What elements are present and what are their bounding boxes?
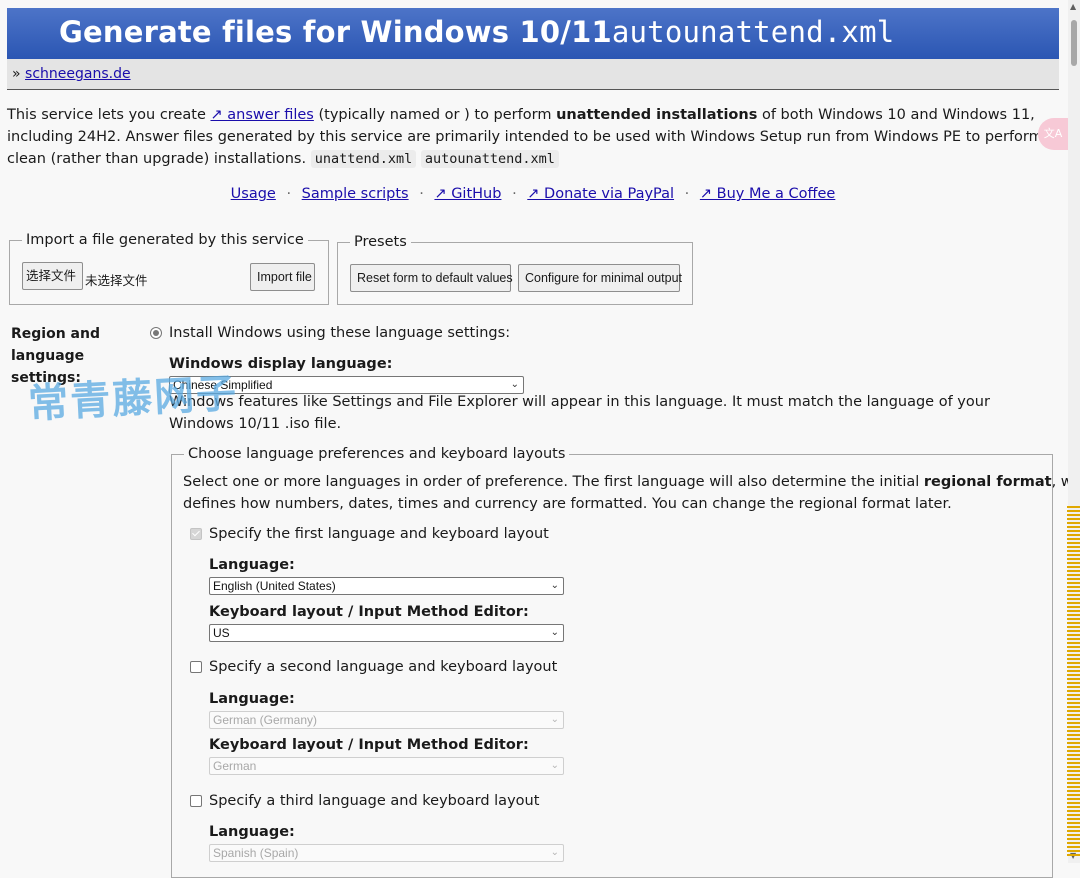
first-language-select[interactable]: English (United States) ⌄ — [209, 577, 564, 595]
second-keyboard-label: Keyboard layout / Input Method Editor: — [209, 737, 529, 753]
breadcrumb-separator: » — [12, 66, 21, 82]
link-separator: · — [684, 186, 690, 202]
title-filename: autounattend.xml — [611, 15, 895, 49]
answer-files-link[interactable]: ↗ answer files — [210, 107, 313, 123]
chevron-down-icon: ⌄ — [550, 714, 559, 725]
second-language-label: Specify a second language and keyboard l… — [209, 659, 558, 675]
intro-text-2: (typically named or ) to perform — [313, 107, 557, 123]
breadcrumb: » schneegans.de — [7, 59, 1059, 90]
choose-file-button[interactable]: 选择文件 — [22, 262, 83, 290]
link-separator: · — [419, 186, 424, 202]
page-title: Generate files for Windows 10/11autounat… — [59, 15, 894, 49]
intro-text-1: This service lets you create — [7, 107, 211, 123]
prefs-desc-text: Select one or more languages in order of… — [183, 474, 924, 490]
import-legend: Import a file generated by this service — [26, 232, 304, 248]
no-file-label: 未选择文件 — [85, 274, 148, 288]
install-language-radio[interactable] — [150, 327, 162, 339]
second-language-value: German (Germany) — [213, 713, 318, 727]
link-separator: · — [286, 186, 292, 202]
second-language-field-label: Language: — [209, 691, 295, 707]
second-keyboard-value: German — [213, 759, 257, 773]
third-language-field-label: Language: — [209, 824, 295, 840]
third-language-value: Spanish (Spain) — [213, 846, 299, 860]
search-highlight-marks — [1067, 506, 1080, 858]
chevron-down-icon: ⌄ — [550, 580, 559, 591]
paypal-link[interactable]: ↗ Donate via PayPal — [527, 186, 674, 202]
code-unattend: unattend.xml — [310, 150, 417, 168]
intro-paragraph: This service lets you create ↗ answer fi… — [7, 104, 1047, 170]
code-autounattend: autounattend.xml — [420, 150, 559, 168]
github-link[interactable]: ↗ GitHub — [434, 186, 501, 202]
display-language-help-1: Windows features like Settings and File … — [169, 394, 990, 410]
first-keyboard-value: US — [213, 626, 230, 640]
first-keyboard-label: Keyboard layout / Input Method Editor: — [209, 604, 529, 620]
chevron-down-icon: ⌄ — [550, 847, 559, 858]
third-language-checkbox[interactable] — [190, 795, 202, 807]
third-language-label: Specify a third language and keyboard la… — [209, 793, 540, 809]
prefs-desc-bold: regional format — [923, 474, 1052, 490]
nav-links: Usage · Sample scripts · ↗ GitHub · ↗ Do… — [0, 186, 1066, 202]
chevron-down-icon: ⌄ — [550, 627, 559, 638]
chevron-down-icon: ⌄ — [510, 379, 519, 390]
intro-bold: unattended installations — [556, 107, 758, 123]
link-separator: · — [512, 186, 517, 202]
language-prefs-legend: Choose language preferences and keyboard… — [188, 446, 566, 462]
scroll-thumb[interactable] — [1071, 20, 1077, 66]
breadcrumb-link-home[interactable]: schneegans.de — [25, 66, 131, 82]
minimal-output-button[interactable]: Configure for minimal output — [518, 264, 682, 292]
title-prefix: Generate files for Windows 10/11 — [59, 15, 612, 49]
watermark-overlay: 常青藤网子 — [27, 370, 240, 428]
first-keyboard-select[interactable]: US ⌄ — [209, 624, 564, 642]
chevron-down-icon: ⌄ — [550, 760, 559, 771]
first-language-checkbox[interactable] — [190, 528, 202, 540]
presets-legend: Presets — [354, 234, 407, 250]
prefs-description-2: defines how numbers, dates, times and cu… — [183, 496, 952, 512]
reset-defaults-button[interactable]: Reset form to default values — [350, 264, 513, 292]
first-language-label: Specify the first language and keyboard … — [209, 526, 549, 542]
page-header: Generate files for Windows 10/11autounat… — [7, 8, 1059, 60]
install-language-label: Install Windows using these language set… — [169, 325, 511, 341]
usage-link[interactable]: Usage — [231, 186, 276, 202]
prefs-description-1: Select one or more languages in order of… — [183, 474, 1080, 490]
scroll-up-icon[interactable]: ▲ — [1070, 2, 1076, 11]
first-language-value: English (United States) — [213, 579, 336, 593]
third-language-select[interactable]: Spanish (Spain) ⌄ — [209, 844, 564, 862]
coffee-link[interactable]: ↗ Buy Me a Coffee — [700, 186, 835, 202]
second-language-select[interactable]: German (Germany) ⌄ — [209, 711, 564, 729]
first-language-field-label: Language: — [209, 557, 295, 573]
second-keyboard-select[interactable]: German ⌄ — [209, 757, 564, 775]
translate-icon[interactable]: 文A — [1038, 118, 1068, 150]
sample-scripts-link[interactable]: Sample scripts — [302, 186, 409, 202]
second-language-checkbox[interactable] — [190, 661, 202, 673]
import-file-button[interactable]: Import file — [250, 263, 315, 291]
